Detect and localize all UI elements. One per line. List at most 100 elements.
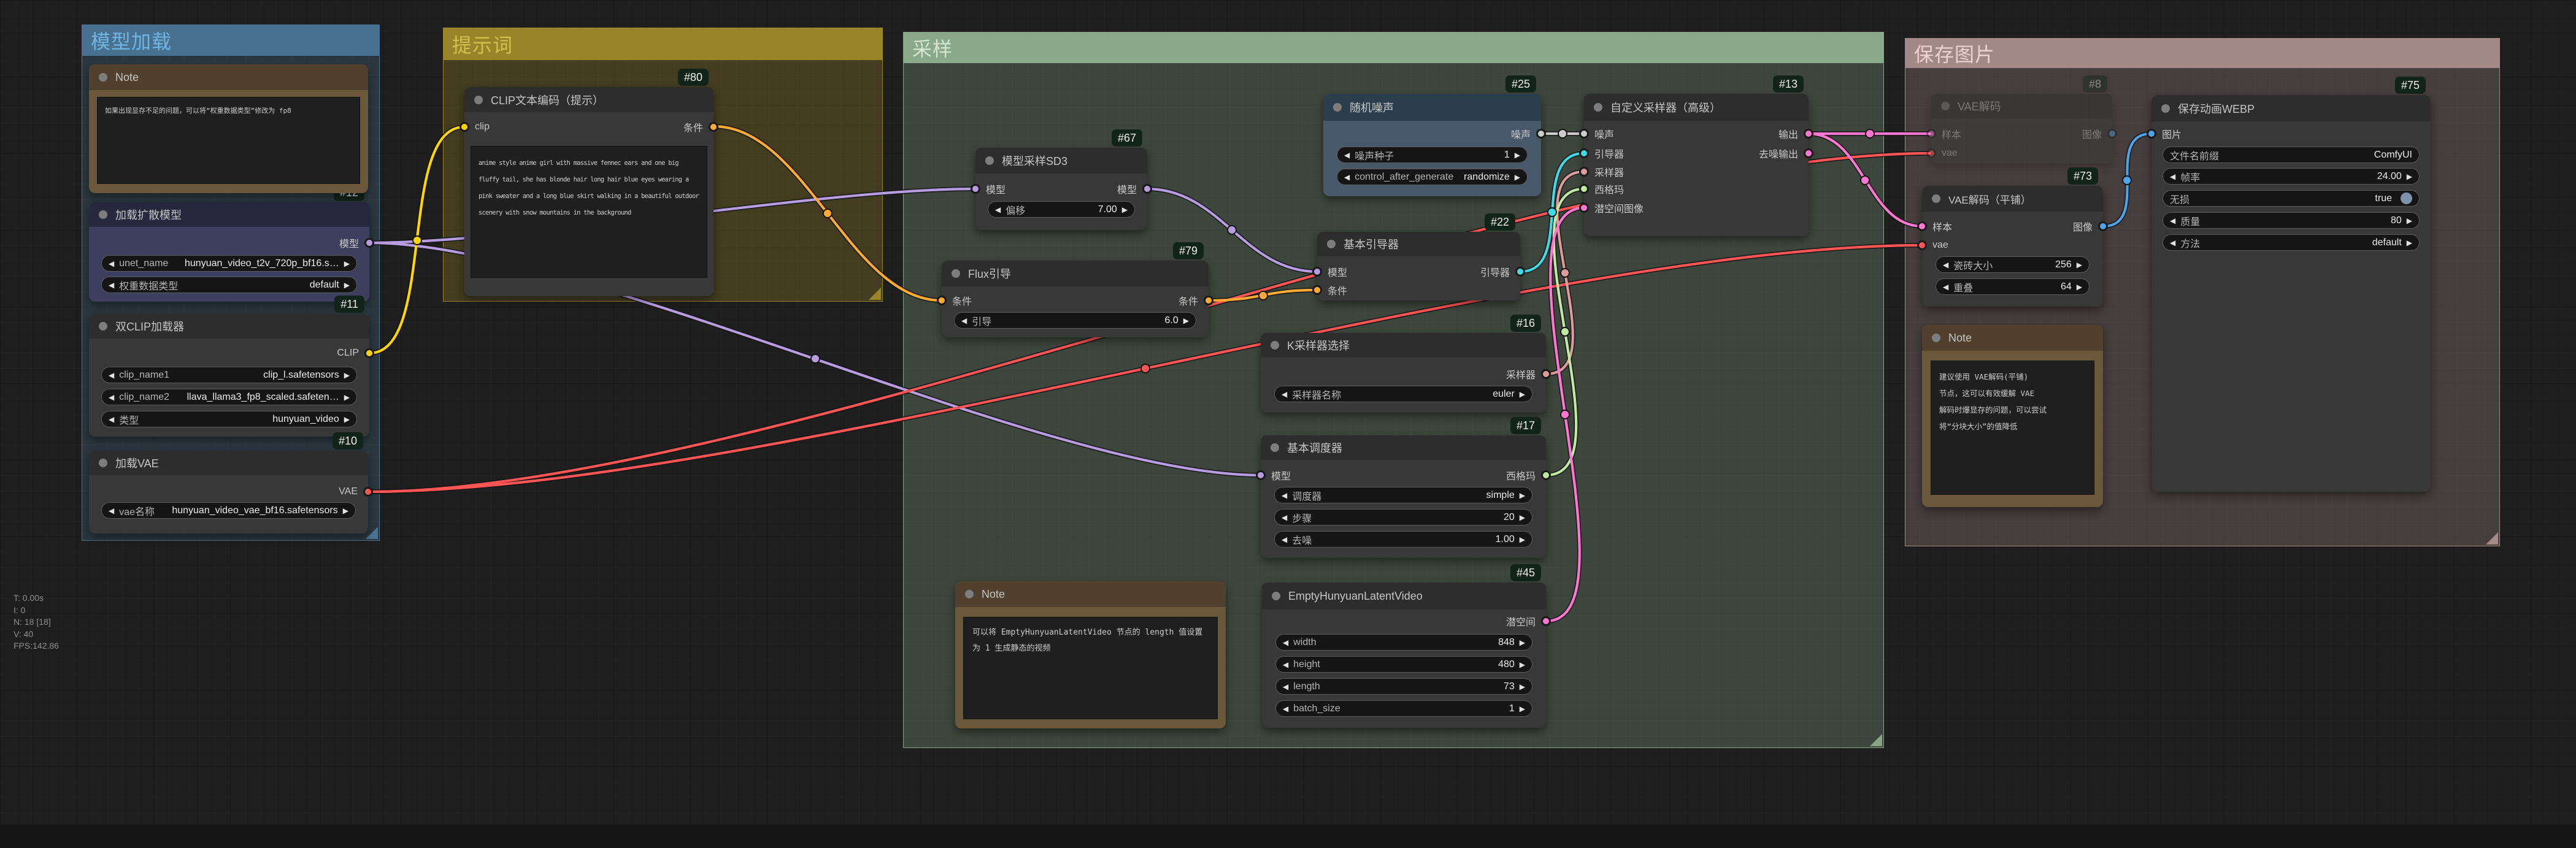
port-dot-icon[interactable] (709, 122, 718, 132)
right-arrow-icon[interactable]: ▶ (2407, 216, 2412, 225)
widget-width[interactable]: ◀width848▶ (1275, 634, 1532, 651)
widget-filename-prefix[interactable]: 文件名前缀ComfyUI (2163, 147, 2420, 163)
node-flux-guidance[interactable]: #79 Flux引导 条件 条件 ◀引导6.0▶ (942, 261, 1209, 337)
left-arrow-icon[interactable]: ◀ (2170, 239, 2175, 247)
left-arrow-icon[interactable]: ◀ (1943, 283, 1948, 291)
left-arrow-icon[interactable]: ◀ (1283, 660, 1288, 669)
node-header[interactable]: 自定义采样器（高级） (1584, 94, 1809, 121)
output-guider[interactable]: 引导器 (1480, 262, 1525, 281)
toggle-knob-icon[interactable] (2401, 193, 2412, 204)
collapse-dot-icon[interactable] (1272, 592, 1280, 600)
left-arrow-icon[interactable]: ◀ (1344, 151, 1350, 159)
widget-quality[interactable]: ◀质量80▶ (2163, 212, 2420, 229)
right-arrow-icon[interactable]: ▶ (343, 506, 348, 515)
right-arrow-icon[interactable]: ▶ (1122, 205, 1128, 214)
collapse-dot-icon[interactable] (952, 269, 960, 278)
output-model[interactable]: 模型 (1117, 180, 1152, 198)
port-dot-icon[interactable] (1579, 148, 1589, 158)
port-dot-icon[interactable] (1804, 148, 1813, 158)
collapse-dot-icon[interactable] (1594, 103, 1602, 112)
input-latent-image[interactable]: 潜空间图像 (1579, 199, 1644, 217)
output-conditioning[interactable]: 条件 (683, 118, 718, 136)
port-dot-icon[interactable] (1579, 203, 1589, 213)
widget-sampler-name[interactable]: ◀采样器名称euler▶ (1274, 386, 1532, 402)
node-header[interactable]: 模型采样SD3 (975, 148, 1147, 174)
input-model[interactable]: 模型 (1256, 466, 1291, 484)
widget-method[interactable]: ◀方法default▶ (2163, 234, 2420, 251)
output-model[interactable]: 模型 (339, 234, 374, 252)
output-latent[interactable]: 潜空间 (1506, 612, 1551, 630)
right-arrow-icon[interactable]: ▶ (1520, 491, 1525, 500)
right-arrow-icon[interactable]: ▶ (1520, 660, 1525, 669)
output-vae[interactable]: VAE (339, 483, 373, 501)
node-header[interactable]: Note (1922, 325, 2103, 351)
widget-steps[interactable]: ◀步骤20▶ (1274, 509, 1532, 525)
widget-clip-type[interactable]: ◀类型hunyuan_video▶ (101, 411, 357, 427)
node-header[interactable]: EmptyHunyuanLatentVideo (1262, 583, 1546, 609)
node-load-diffusion-model[interactable]: #12 加载扩散模型 模型 ◀unet_namehunyuan_video_t2… (89, 202, 369, 302)
left-arrow-icon[interactable]: ◀ (2170, 172, 2175, 181)
port-dot-icon[interactable] (1926, 129, 1936, 139)
output-noise[interactable]: 噪声 (1511, 124, 1546, 143)
port-dot-icon[interactable] (1579, 167, 1589, 177)
widget-length[interactable]: ◀length73▶ (1275, 678, 1532, 695)
node-header[interactable]: 双CLIP加载器 (89, 314, 369, 338)
input-sigmas[interactable]: 西格玛 (1579, 180, 1624, 198)
node-vae-decode[interactable]: #8 VAE解码 样本 vae 图像 (1931, 94, 2112, 164)
port-dot-icon[interactable] (1541, 616, 1551, 626)
node-note-sampling[interactable]: Note 可以将 EmptyHunyuanLatentVideo 节点的 len… (955, 581, 1226, 728)
left-arrow-icon[interactable]: ◀ (109, 281, 114, 289)
collapse-dot-icon[interactable] (99, 322, 107, 330)
left-arrow-icon[interactable]: ◀ (1283, 705, 1288, 713)
node-header[interactable]: 加载VAE (89, 451, 368, 475)
input-model[interactable]: 模型 (971, 180, 1005, 198)
collapse-dot-icon[interactable] (1333, 103, 1342, 112)
output-image[interactable]: 图像 (2073, 217, 2108, 235)
right-arrow-icon[interactable]: ▶ (1520, 638, 1525, 647)
widget-clip-name2[interactable]: ◀clip_name2llava_llama3_fp8_scaled.safet… (101, 389, 357, 405)
widget-shift[interactable]: ◀偏移7.00▶ (988, 201, 1135, 218)
collapse-dot-icon[interactable] (1932, 334, 1940, 342)
right-arrow-icon[interactable]: ▶ (1520, 535, 1525, 544)
port-dot-icon[interactable] (1536, 129, 1546, 139)
port-dot-icon[interactable] (937, 296, 947, 305)
port-dot-icon[interactable] (1541, 470, 1551, 480)
node-dual-clip-loader[interactable]: #11 双CLIP加载器 CLIP ◀clip_name1clip_l.safe… (89, 314, 369, 437)
left-arrow-icon[interactable]: ◀ (1282, 390, 1287, 399)
output-image[interactable]: 图像 (2082, 124, 2117, 143)
right-arrow-icon[interactable]: ▶ (2077, 261, 2082, 269)
node-sampler-custom-advanced[interactable]: #13 自定义采样器（高级） 噪声 引导器 采样器 西格玛 潜空间图像 输出 去… (1584, 94, 1809, 236)
left-arrow-icon[interactable]: ◀ (1283, 638, 1288, 647)
left-arrow-icon[interactable]: ◀ (961, 316, 967, 325)
left-arrow-icon[interactable]: ◀ (109, 506, 114, 515)
node-empty-hunyuan-latent-video[interactable]: #45 EmptyHunyuanLatentVideo 潜空间 ◀width84… (1262, 583, 1546, 728)
widget-tile-size[interactable]: ◀瓷砖大小256▶ (1936, 256, 2090, 273)
left-arrow-icon[interactable]: ◀ (109, 259, 114, 268)
port-dot-icon[interactable] (971, 184, 980, 194)
input-guider[interactable]: 引导器 (1579, 144, 1624, 162)
widget-noise-seed[interactable]: ◀噪声种子1▶ (1337, 147, 1528, 163)
widget-guidance[interactable]: ◀引导6.0▶ (954, 312, 1196, 329)
node-save-animated-webp[interactable]: #75 保存动画WEBP 图片 文件名前缀ComfyUI ◀帧率24.00▶ 无… (2151, 95, 2431, 492)
port-dot-icon[interactable] (1204, 296, 1213, 305)
input-images[interactable]: 图片 (2147, 124, 2182, 143)
right-arrow-icon[interactable]: ▶ (2407, 172, 2412, 181)
node-note-model-load[interactable]: Note 如果出现显存不足的问题，可以将“权重数据类型”修改为 fp8 (89, 64, 368, 193)
node-header[interactable]: VAE解码 (1931, 94, 2112, 118)
input-model[interactable]: 模型 (1312, 262, 1347, 281)
port-dot-icon[interactable] (2147, 129, 2156, 139)
node-header[interactable]: 随机噪声 (1323, 94, 1541, 121)
widget-vae-name[interactable]: ◀vae名称hunyuan_video_vae_bf16.safetensors… (101, 502, 356, 519)
node-clip-text-encode[interactable]: #80 CLIP文本编码（提示） clip 条件 anime style ani… (464, 87, 713, 296)
widget-fps[interactable]: ◀帧率24.00▶ (2163, 168, 2420, 185)
collapse-dot-icon[interactable] (1327, 240, 1336, 248)
right-arrow-icon[interactable]: ▶ (1515, 151, 1520, 159)
port-dot-icon[interactable] (2098, 221, 2108, 231)
port-dot-icon[interactable] (1142, 184, 1152, 194)
widget-unet-name[interactable]: ◀unet_namehunyuan_video_t2v_720p_bf16.s…… (101, 255, 357, 272)
collapse-dot-icon[interactable] (2161, 104, 2170, 113)
port-dot-icon[interactable] (1804, 129, 1813, 139)
node-header[interactable]: 基本调度器 (1261, 435, 1546, 460)
left-arrow-icon[interactable]: ◀ (1282, 535, 1287, 544)
left-arrow-icon[interactable]: ◀ (995, 205, 1001, 214)
